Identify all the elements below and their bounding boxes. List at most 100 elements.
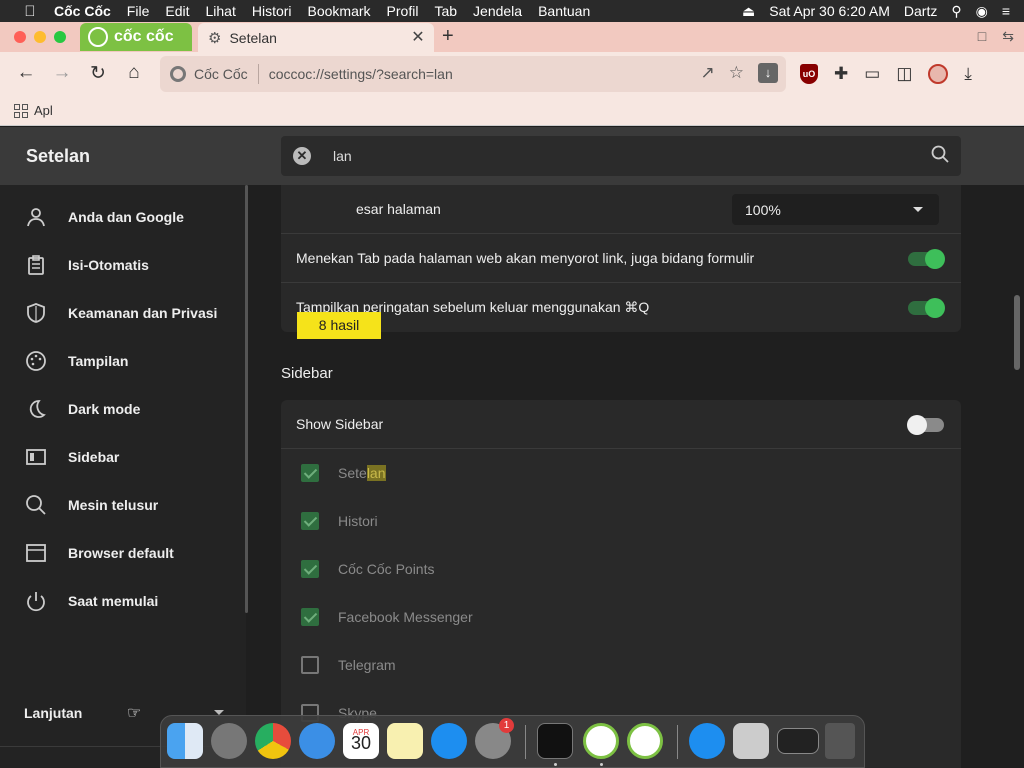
profile-avatar-icon[interactable]	[928, 64, 949, 84]
quit-warning-toggle[interactable]	[908, 298, 945, 318]
search-tabs-icon[interactable]: □	[978, 28, 986, 45]
menu-window[interactable]: Jendela	[473, 3, 522, 19]
sidebar-item-row[interactable]: Cốc Cốc Points	[281, 545, 961, 593]
menubar-datetime[interactable]: Sat Apr 30 6:20 AM	[769, 3, 890, 19]
minimized-window-icon[interactable]	[777, 728, 819, 754]
coccoc-app-icon-2[interactable]	[627, 723, 663, 759]
eject-icon[interactable]: ⏏	[742, 3, 755, 20]
sidebar-item-label: Cốc Cốc Points	[338, 561, 435, 577]
tab-highlight-toggle[interactable]	[908, 249, 945, 269]
nav-sidebar[interactable]: Sidebar	[24, 445, 119, 469]
ublock-extension-icon[interactable]: uO	[800, 64, 818, 84]
search-highlight: lan	[366, 465, 386, 481]
toggle-knob	[907, 415, 927, 435]
checkbox[interactable]	[301, 608, 319, 626]
show-sidebar-toggle[interactable]	[907, 415, 944, 435]
nav-appearance[interactable]: Tampilan	[24, 349, 128, 373]
close-tab-icon[interactable]: ✕	[408, 27, 428, 47]
site-info[interactable]: Cốc Cốc	[170, 66, 248, 82]
chrome-icon[interactable]	[255, 723, 291, 759]
home-icon[interactable]: ⌂	[121, 62, 147, 84]
nav-security-privacy[interactable]: Keamanan dan Privasi	[24, 301, 217, 325]
spotlight-icon[interactable]: ⚲	[951, 3, 961, 20]
nav-dark-mode[interactable]: Dark mode	[24, 397, 140, 421]
downloads-icon[interactable]: ⤓	[964, 64, 972, 84]
menu-bookmark[interactable]: Bookmark	[308, 3, 371, 19]
page-zoom-select[interactable]: 100%	[732, 194, 939, 225]
tab-settings[interactable]: ⚙ Setelan ✕	[198, 23, 434, 52]
menu-history[interactable]: Histori	[252, 3, 292, 19]
calendar-icon[interactable]: APR 30	[343, 723, 379, 759]
trash-icon[interactable]	[825, 723, 855, 759]
nav-advanced[interactable]: Lanjutan	[24, 705, 82, 721]
checkbox[interactable]	[301, 512, 319, 530]
search-results-badge: 8 hasil	[297, 312, 381, 339]
coccoc-app-icon[interactable]	[583, 723, 619, 759]
reload-icon[interactable]: ↻	[85, 62, 111, 85]
bookmark-star-icon[interactable]: ☆	[729, 63, 744, 83]
row-tab-highlight[interactable]: Menekan Tab pada halaman web akan menyor…	[281, 234, 961, 283]
checkbox[interactable]	[301, 464, 319, 482]
sidebar-item-row[interactable]: Setelan	[281, 449, 961, 497]
window-minimize-button[interactable]	[34, 31, 46, 43]
window-close-button[interactable]	[14, 31, 26, 43]
coccoc-brand-tab[interactable]: cốc cốc	[80, 23, 192, 51]
siri-icon[interactable]: ◉	[976, 3, 988, 20]
person-icon	[24, 205, 48, 229]
nav-on-startup[interactable]: Saat memulai	[24, 589, 158, 613]
app-store-downloads-icon[interactable]	[689, 723, 725, 759]
menu-view[interactable]: Lihat	[205, 3, 235, 19]
sidebar-item-row[interactable]: Telegram	[281, 641, 961, 689]
tab-highlight-label: Menekan Tab pada halaman web akan menyor…	[296, 250, 755, 266]
sidebar-item-row[interactable]: Facebook Messenger	[281, 593, 961, 641]
finder-icon[interactable]	[167, 723, 203, 759]
row-quit-warning[interactable]: Tampilkan peringatan sebelum keluar meng…	[281, 283, 961, 332]
share-icon[interactable]: ↗	[701, 63, 715, 83]
clear-search-icon[interactable]: ✕	[293, 147, 311, 165]
terminal-icon[interactable]	[537, 723, 573, 759]
control-center-icon[interactable]: ≡	[1002, 3, 1010, 19]
nav-scrollbar[interactable]	[245, 185, 248, 613]
nav-default-browser[interactable]: Browser default	[24, 541, 174, 565]
download-indicator-icon[interactable]: ↓	[758, 63, 778, 83]
checkbox[interactable]	[301, 656, 319, 674]
notes-icon[interactable]	[387, 723, 423, 759]
search-query[interactable]: lan	[333, 148, 352, 164]
search-icon[interactable]	[931, 145, 949, 163]
nav-autofill[interactable]: Isi-Otomatis	[24, 253, 149, 277]
cast-icon[interactable]: ▭	[864, 64, 880, 84]
nav-label: Mesin telusur	[68, 497, 159, 513]
apps-bookmark[interactable]: Apl	[34, 103, 53, 118]
sidebar-item-row[interactable]: Histori	[281, 497, 961, 545]
side-panel-icon[interactable]: ◫	[896, 64, 912, 84]
tab-sync-icon[interactable]: ⇆	[1002, 28, 1014, 45]
nav-you-and-google[interactable]: Anda dan Google	[24, 205, 184, 229]
window-zoom-button[interactable]	[54, 31, 66, 43]
app-store-icon[interactable]	[431, 723, 467, 759]
checkbox[interactable]	[301, 560, 319, 578]
safari-icon[interactable]	[299, 723, 335, 759]
extensions-icon[interactable]: ✚	[834, 64, 848, 84]
address-bar[interactable]: Cốc Cốc coccoc://settings/?search=lan ↗ …	[160, 56, 786, 92]
apps-grid-icon[interactable]	[14, 103, 28, 118]
new-tab-button[interactable]: +	[442, 25, 454, 48]
page-scrollbar[interactable]	[1014, 295, 1020, 370]
menu-tab[interactable]: Tab	[434, 3, 457, 19]
forward-icon[interactable]: →	[49, 62, 75, 84]
section-title-sidebar: Sidebar	[281, 365, 333, 382]
notification-badge: 1	[499, 718, 514, 733]
back-icon[interactable]: ←	[13, 62, 39, 84]
url-text[interactable]: coccoc://settings/?search=lan	[269, 66, 453, 82]
menu-profile[interactable]: Profil	[387, 3, 419, 19]
nav-search-engine[interactable]: Mesin telusur	[24, 493, 158, 517]
settings-search-input[interactable]: ✕ lan	[281, 136, 961, 176]
menu-app-name[interactable]: Cốc Cốc	[54, 3, 111, 19]
menu-edit[interactable]: Edit	[165, 3, 189, 19]
row-show-sidebar[interactable]: Show Sidebar	[281, 400, 961, 449]
menu-file[interactable]: File	[127, 3, 150, 19]
launchpad-icon[interactable]	[211, 723, 247, 759]
apple-menu-icon[interactable]: 	[20, 3, 40, 20]
document-icon[interactable]	[733, 723, 769, 759]
menu-help[interactable]: Bantuan	[538, 3, 590, 19]
menubar-user[interactable]: Dartz	[904, 3, 937, 19]
